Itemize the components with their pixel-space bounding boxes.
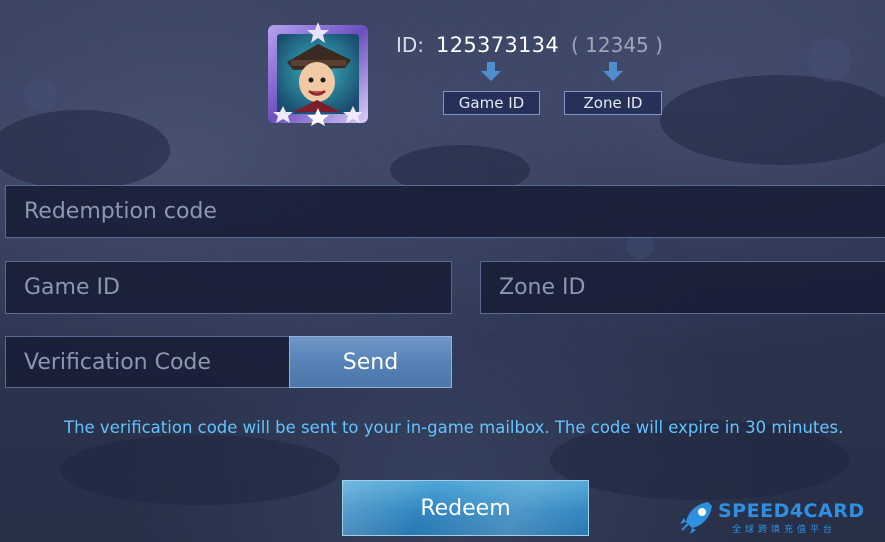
send-code-button[interactable]: Send [289, 336, 452, 388]
id-label: ID: [396, 33, 425, 57]
game-id-value: 125373134 [436, 33, 559, 57]
speed4card-watermark: SPEED4CARD 全球跨境充值平台 [676, 498, 881, 538]
game-id-input[interactable]: Game ID [5, 261, 452, 314]
redemption-code-input[interactable]: Redemption code [5, 185, 885, 238]
zone-id-input[interactable]: Zone ID [480, 261, 885, 314]
arrow-down-icon [603, 62, 623, 81]
brand-name: SPEED4CARD [718, 500, 865, 522]
game-id-tag: Game ID [443, 91, 540, 115]
hero-avatar-icon [265, 20, 371, 126]
arrow-down-icon [481, 62, 501, 81]
zone-id-tag: Zone ID [564, 91, 662, 115]
player-id-line: ID: 125373134 ( 12345 ) [396, 30, 663, 60]
rocket-icon [680, 502, 712, 534]
brand-tagline: 全球跨境充值平台 [732, 525, 837, 535]
zone-id-value: ( 12345 ) [571, 33, 663, 57]
verification-code-input[interactable]: Verification Code [5, 336, 291, 388]
verification-notice: The verification code will be sent to yo… [64, 418, 844, 437]
redeem-button[interactable]: Redeem [342, 480, 589, 536]
